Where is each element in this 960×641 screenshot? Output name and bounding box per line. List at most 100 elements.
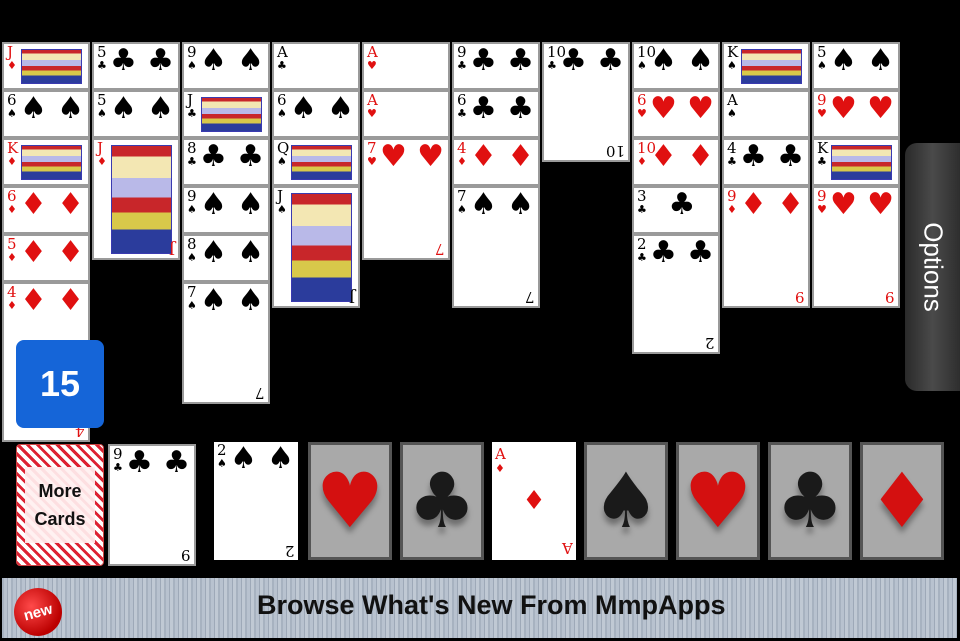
card-pips: ♥ ♥ — [830, 94, 894, 124]
playing-card[interactable]: 9 ♠ ♠ ♠ — [182, 186, 270, 234]
playing-card[interactable]: A ♠ — [722, 90, 810, 138]
card-suit-small-icon: ♦ — [7, 203, 17, 216]
suit-pip-icon: ♥ — [380, 139, 407, 174]
playing-card[interactable]: 2 ♣ ♣ ♣ 2 — [632, 234, 720, 354]
court-card-face-icon — [201, 97, 262, 132]
playing-card[interactable]: 3 ♣ ♣ — [632, 186, 720, 234]
card-suit-small-icon: ♠ — [637, 59, 647, 72]
card-rank-bottom: 2 — [285, 542, 295, 560]
card-suit-small-icon: ♣ — [637, 203, 647, 216]
card-rank: 5 — [7, 235, 17, 253]
card-suit-small-icon: ♦ — [7, 251, 17, 264]
card-pips: ♠ ♠ — [110, 94, 174, 124]
card-rank: 5 — [97, 43, 107, 61]
card-pips: ♣ ♣ — [650, 238, 714, 268]
card-pips: ♦ ♦ — [20, 286, 84, 316]
card-rank: 8 — [187, 235, 197, 253]
suit-pip-icon: ♦ — [20, 283, 47, 318]
playing-card[interactable]: A ♣ — [272, 42, 360, 90]
suit-pip-icon: ♥ — [417, 139, 444, 174]
suit-pip-icon: ♦ — [20, 235, 47, 270]
card-pips: ♦ ♦ — [650, 142, 714, 172]
playing-card[interactable]: 6 ♣ ♣ ♣ — [452, 90, 540, 138]
suit-pip-icon: ♥ — [867, 187, 894, 222]
tableau: J ♦ 6 ♠ ♠ ♠ K ♦ 6 ♦ ♦ ♦ 5 ♦ ♦ ♦ 4 ♦ ♦ ♦ 4 5 ♣ ♣ ♣ 5 ♠ ♠ ♠ J ♦ J 9 ♠ ♠ ♠ J ♣ 8 ♣… — [0, 42, 905, 442]
playing-card[interactable]: 4 ♣ ♣ ♣ — [722, 138, 810, 186]
card-pips: ♣ ♣ — [110, 46, 174, 76]
foundation-slot-clubs-icon[interactable]: ♣ — [400, 442, 484, 560]
playing-card[interactable]: 6 ♠ ♠ ♠ — [2, 90, 90, 138]
playing-card[interactable]: Q ♠ — [272, 138, 360, 186]
playing-card[interactable]: A ♥ — [362, 90, 450, 138]
moves-counter-badge: 15 — [16, 340, 104, 428]
playing-card[interactable]: 8 ♣ ♣ ♣ — [182, 138, 270, 186]
new-badge-icon: new — [8, 582, 68, 641]
card-pips: ♠ ♠ — [290, 94, 354, 124]
playing-card[interactable]: 6 ♠ ♠ ♠ — [272, 90, 360, 138]
more-cards-stock-button[interactable]: More Cards — [16, 444, 104, 566]
playing-card[interactable]: J ♦ — [2, 42, 90, 90]
playing-card[interactable]: 9 ♠ ♠ ♠ — [182, 42, 270, 90]
card-pips: ♠ ♠ — [230, 444, 294, 474]
playing-card[interactable]: 9 ♥ ♥ ♥ 9 — [812, 186, 900, 308]
card-suit-small-icon: ♣ — [547, 59, 557, 72]
card-suit-small-icon: ♠ — [727, 107, 737, 120]
playing-card[interactable]: J ♣ — [182, 90, 270, 138]
playing-card[interactable]: 10 ♣ ♣ ♣ 10 — [542, 42, 630, 162]
playing-card[interactable]: 9 ♥ ♥ ♥ — [812, 90, 900, 138]
suit-pip-icon: ♠ — [237, 235, 264, 270]
waste-card[interactable]: 9 ♣ ♣ ♣ 9 — [108, 444, 196, 566]
waste-card[interactable]: 2 ♠ ♠ ♠ 2 — [214, 442, 298, 560]
playing-card[interactable]: 6 ♦ ♦ ♦ — [2, 186, 90, 234]
suit-pip-icon: ♦ — [687, 139, 714, 174]
playing-card[interactable]: J ♦ J — [92, 138, 180, 260]
card-rank-bottom: 9 — [181, 546, 191, 564]
bottom-row: More Cards 9 ♣ ♣ ♣ 9 2 ♠ ♠ ♠ 2 ♥ ♣ A ♦ ♦ A ♠ ♥ ♣ ♦ — [0, 440, 960, 570]
suit-pip-icon: ♣ — [597, 43, 624, 78]
card-pips: ♥ ♥ — [830, 190, 894, 220]
playing-card[interactable]: 7 ♠ ♠ ♠ 7 — [452, 186, 540, 308]
playing-card[interactable]: 5 ♣ ♣ ♣ — [92, 42, 180, 90]
playing-card[interactable]: K ♠ — [722, 42, 810, 90]
suit-pip-icon: ♠ — [470, 187, 497, 222]
playing-card[interactable]: 7 ♠ ♠ ♠ 7 — [182, 282, 270, 404]
foundation-slot-spades-icon[interactable]: ♠ — [584, 442, 668, 560]
more-cards-line2: Cards — [34, 509, 86, 529]
card-suit-small-icon: ♣ — [113, 461, 123, 474]
more-cards-label: More Cards — [25, 467, 95, 543]
playing-card[interactable]: 5 ♠ ♠ ♠ — [812, 42, 900, 90]
options-button[interactable]: Options — [905, 143, 960, 391]
card-rank: 5 — [817, 43, 827, 61]
foundation-slot-clubs-icon[interactable]: ♣ — [768, 442, 852, 560]
playing-card[interactable]: 8 ♠ ♠ ♠ — [182, 234, 270, 282]
card-suit-small-icon: ♣ — [817, 155, 827, 168]
playing-card[interactable]: 5 ♠ ♠ ♠ — [92, 90, 180, 138]
playing-card[interactable]: 5 ♦ ♦ ♦ — [2, 234, 90, 282]
playing-card[interactable]: 9 ♦ ♦ ♦ 9 — [722, 186, 810, 308]
suit-pip-icon: ♠ — [830, 43, 857, 78]
suit-pip-icon: ♣ — [470, 91, 497, 126]
playing-card[interactable]: A ♥ — [362, 42, 450, 90]
suit-pip-icon: ♦ — [57, 235, 84, 270]
card-rank: 5 — [97, 91, 107, 109]
playing-card[interactable]: K ♦ — [2, 138, 90, 186]
card-suit-small-icon: ♠ — [187, 203, 197, 216]
card-suit-small-icon: ♦ — [637, 155, 647, 168]
card-suit-small-icon: ♦ — [7, 299, 17, 312]
card-rank: A — [495, 445, 506, 463]
playing-card[interactable]: 4 ♦ ♦ ♦ — [452, 138, 540, 186]
playing-card[interactable]: 9 ♣ ♣ ♣ — [452, 42, 540, 90]
more-cards-line1: More — [38, 481, 82, 501]
playing-card[interactable]: 10 ♠ ♠ ♠ — [632, 42, 720, 90]
playing-card[interactable]: 7 ♥ ♥ ♥ 7 — [362, 138, 450, 260]
playing-card[interactable]: J ♠ J — [272, 186, 360, 308]
foundation-slot-diamonds-icon[interactable]: ♦ — [860, 442, 944, 560]
foundation-slot-hearts-icon[interactable]: ♥ — [308, 442, 392, 560]
foundation-card[interactable]: A ♦ ♦ A — [492, 442, 576, 560]
playing-card[interactable]: K ♣ — [812, 138, 900, 186]
card-suit-small-icon: ♠ — [277, 107, 287, 120]
playing-card[interactable]: 10 ♦ ♦ ♦ — [632, 138, 720, 186]
playing-card[interactable]: 6 ♥ ♥ ♥ — [632, 90, 720, 138]
promo-banner[interactable]: new Browse What's New From MmpApps — [2, 578, 957, 641]
foundation-slot-hearts-icon[interactable]: ♥ — [676, 442, 760, 560]
